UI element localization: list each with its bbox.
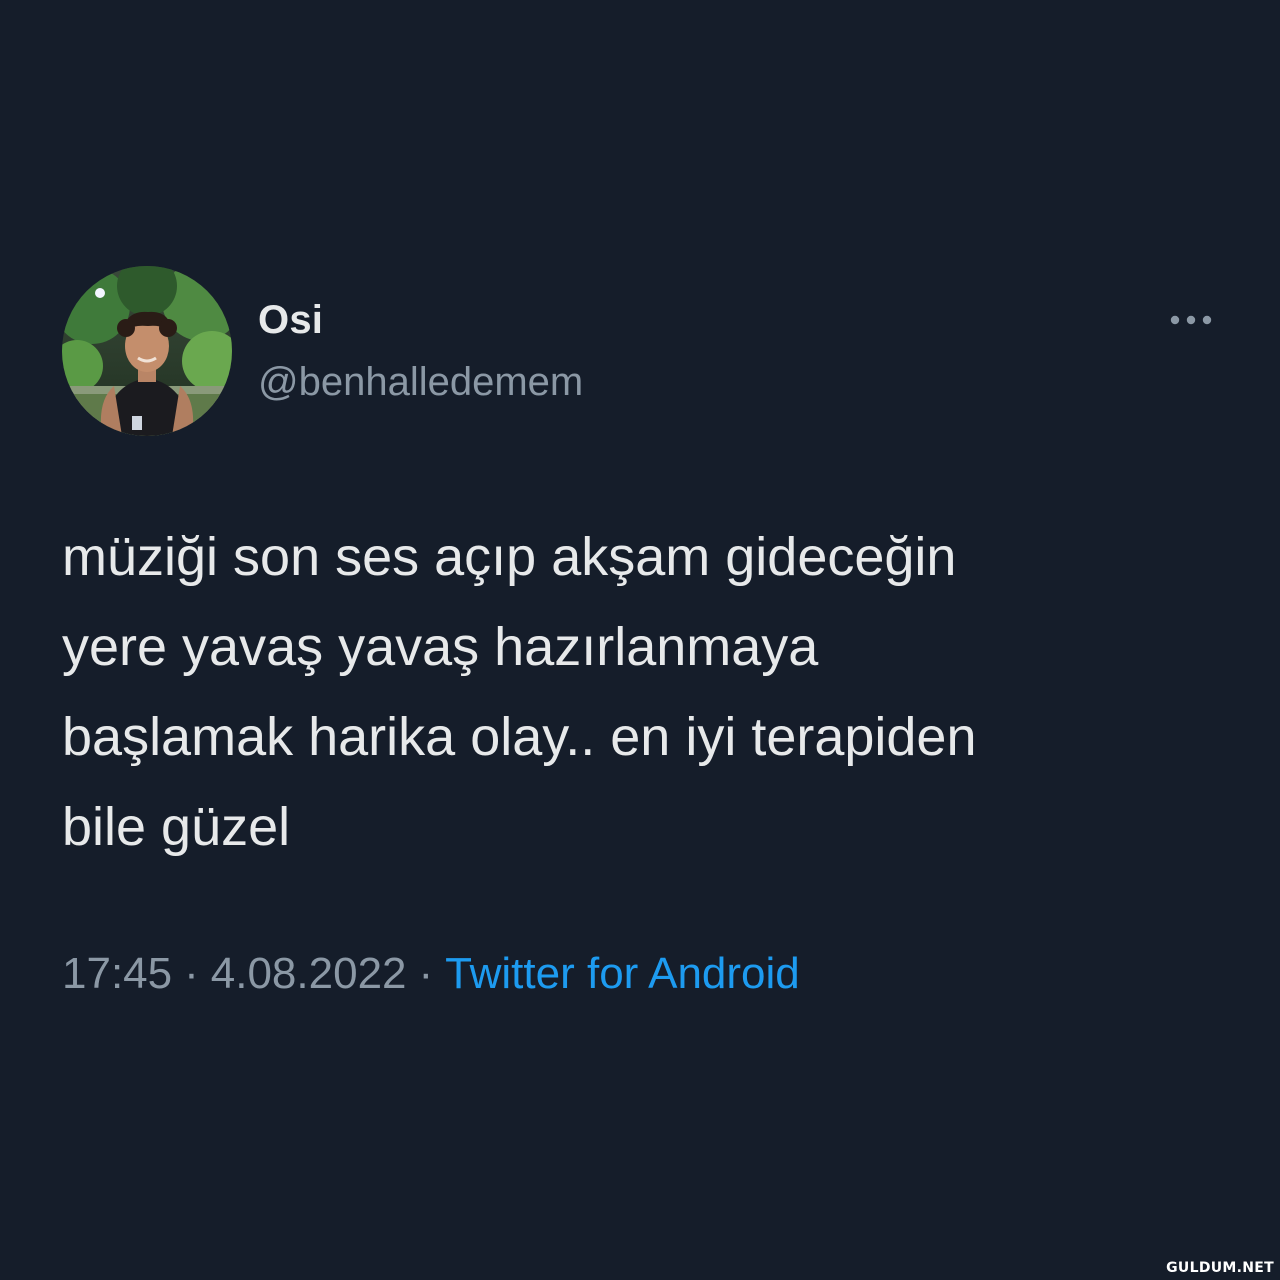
tweet-text: müziği son ses açıp akşam gideceğin yere… — [62, 527, 977, 857]
tweet-meta: 17:45 · 4.08.2022 · Twitter for Android — [62, 944, 800, 1004]
avatar[interactable] — [62, 266, 232, 436]
tweet-time[interactable]: 17:45 — [62, 949, 172, 998]
display-name[interactable]: Osi — [258, 294, 323, 346]
more-options-icon — [1170, 315, 1212, 325]
tweet-source-link[interactable]: Twitter for Android — [445, 949, 800, 998]
more-options-button[interactable] — [1162, 300, 1222, 340]
meta-separator: · — [184, 949, 199, 998]
user-handle[interactable]: @benhalledemem — [258, 356, 583, 408]
watermark: GULDUM.NET — [1166, 1260, 1274, 1276]
avatar-photo — [62, 266, 232, 436]
tweet-card: Osi @benhalledemem müziği son ses açıp a… — [0, 0, 1280, 1280]
meta-separator: · — [418, 949, 434, 998]
tweet-date[interactable]: 4.08.2022 — [211, 949, 407, 998]
